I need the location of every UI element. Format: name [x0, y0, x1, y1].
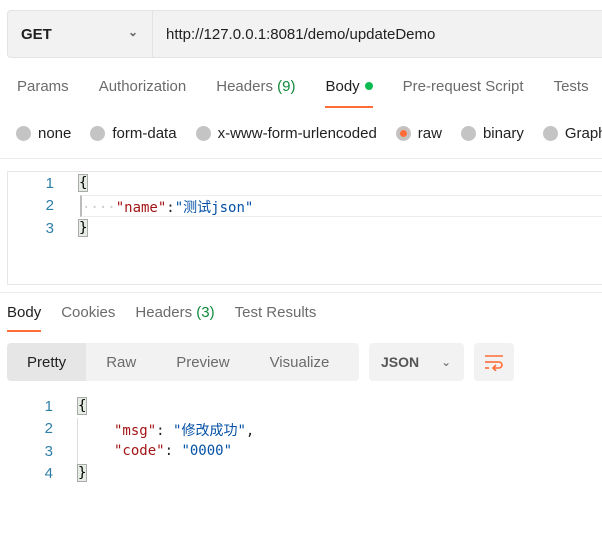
response-tab-headers[interactable]: Headers (3) [135, 304, 214, 332]
method-label: GET [21, 25, 52, 43]
tab-label: Headers [135, 304, 193, 321]
language-label: JSON [381, 354, 420, 370]
view-visualize-button[interactable]: Visualize [250, 343, 350, 381]
line-number: 3 [44, 443, 53, 460]
tab-headers[interactable]: Headers (9) [216, 78, 295, 108]
response-tab-body[interactable]: Body [7, 304, 42, 332]
json-value: "0000" [181, 443, 233, 459]
tab-label: Body [7, 304, 42, 321]
tab-pre-request-script[interactable]: Pre-request Script [403, 78, 524, 108]
radio-label: x-www-form-urlencoded [217, 125, 377, 142]
radio-icon [16, 126, 31, 141]
url-bar: GET ⌄ http://127.0.0.1:8081/demo/updateD… [7, 10, 602, 58]
radio-label: form-data [112, 125, 177, 142]
json-value: "测试json" [174, 200, 254, 216]
indent-guide [77, 418, 78, 466]
radio-icon [460, 126, 476, 141]
radio-raw[interactable]: raw [395, 125, 442, 142]
wrap-lines-button[interactable] [474, 343, 514, 381]
json-key: "name" [115, 200, 167, 216]
tab-label: Params [17, 78, 69, 95]
line-number: 2 [45, 197, 54, 214]
wrap-lines-icon [485, 355, 503, 371]
radio-label: none [38, 125, 72, 142]
radio-form-data[interactable]: form-data [90, 125, 177, 142]
view-mode-bar: Pretty Raw Preview Visualize [7, 343, 359, 381]
language-select[interactable]: JSON ⌄ [369, 343, 464, 381]
indent-whitespace: ···· [82, 200, 116, 216]
response-tabs: Body Cookies Headers (3) Test Results [7, 304, 336, 332]
tab-label: Tests [553, 78, 589, 95]
response-tab-cookies[interactable]: Cookies [61, 304, 115, 332]
headers-count: (3) [196, 304, 215, 321]
line-number: 1 [44, 398, 53, 415]
line-number: 3 [45, 220, 54, 237]
line-number: 4 [44, 465, 53, 482]
radio-label: GraphQL [564, 125, 602, 142]
open-brace: { [76, 397, 88, 415]
divider [0, 292, 602, 293]
headers-count: (9) [277, 78, 296, 95]
tab-label: Cookies [61, 304, 116, 321]
tab-label: Body [325, 78, 360, 95]
radio-none[interactable]: none [16, 125, 71, 142]
response-tab-test-results[interactable]: Test Results [235, 304, 317, 332]
radio-icon [542, 126, 558, 141]
radio-icon [90, 126, 106, 141]
json-value: "修改成功" [173, 423, 246, 439]
radio-graphql[interactable]: GraphQL [542, 125, 602, 142]
json-colon: : [166, 200, 175, 216]
chevron-down-icon: ⌄ [441, 355, 452, 369]
line-number: 2 [44, 420, 53, 437]
active-dot-icon [364, 82, 373, 90]
radio-x-www-form-urlencoded[interactable]: x-www-form-urlencoded [195, 125, 377, 142]
radio-binary[interactable]: binary [460, 125, 524, 142]
request-tabs: Params Authorization Headers (9) Body Pr… [17, 78, 602, 108]
tab-body[interactable]: Body [325, 78, 373, 108]
json-key: "msg" [114, 423, 157, 439]
close-brace: } [77, 219, 89, 237]
body-type-radios: none form-data x-www-form-urlencoded raw… [16, 125, 602, 142]
url-input[interactable]: http://127.0.0.1:8081/demo/updateDemo [153, 26, 435, 43]
tab-label: Headers [216, 78, 273, 95]
tab-label: Authorization [98, 78, 187, 95]
open-brace: { [77, 174, 89, 192]
radio-selected-icon [395, 126, 411, 141]
divider [0, 158, 602, 159]
tab-label: Pre-request Script [402, 78, 524, 95]
json-key: "code" [114, 443, 165, 459]
radio-label: raw [417, 125, 442, 142]
tab-authorization[interactable]: Authorization [99, 78, 187, 108]
close-brace: } [76, 464, 88, 482]
line-number: 1 [45, 175, 54, 192]
radio-icon [195, 126, 211, 141]
request-body-editor[interactable]: 1 2 3 { ····"name":"测试json" } [7, 171, 602, 285]
tab-label: Test Results [234, 304, 317, 321]
radio-label: binary [482, 125, 524, 142]
tab-tests[interactable]: Tests [554, 78, 589, 108]
view-raw-button[interactable]: Raw [86, 343, 156, 381]
chevron-down-icon: ⌄ [127, 25, 138, 39]
view-pretty-button[interactable]: Pretty [7, 343, 87, 381]
tab-params[interactable]: Params [17, 78, 69, 108]
view-preview-button[interactable]: Preview [156, 343, 249, 381]
method-select[interactable]: GET ⌄ [8, 11, 153, 57]
